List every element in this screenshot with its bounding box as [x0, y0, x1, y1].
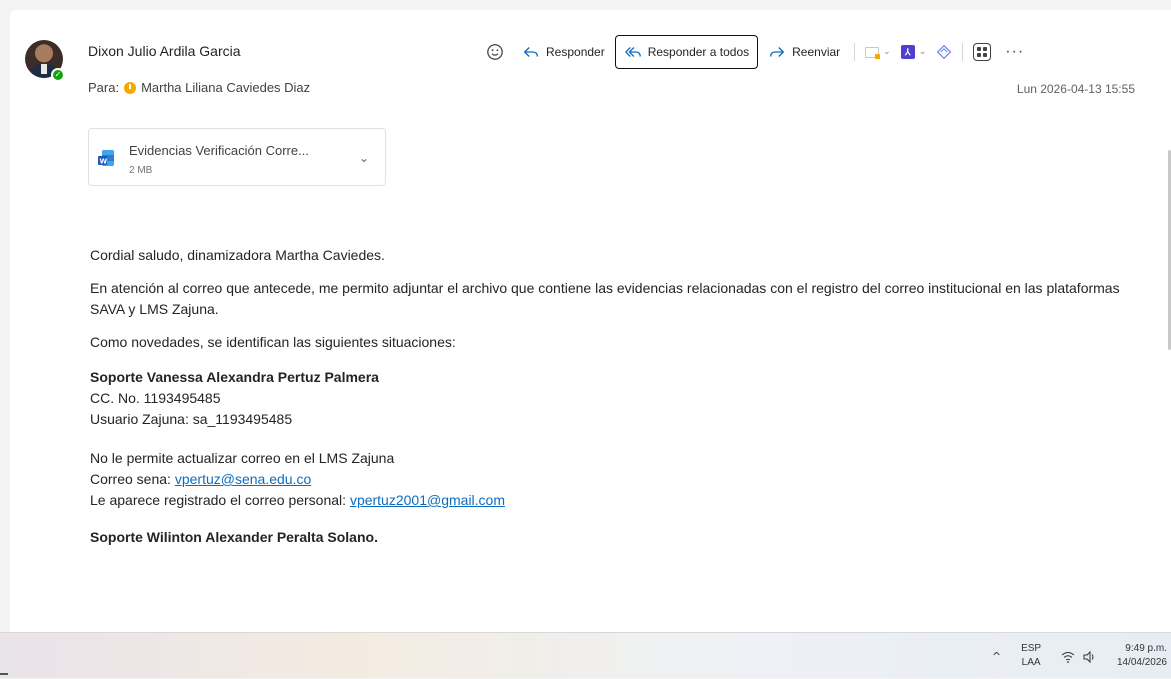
- svg-text:W: W: [100, 158, 108, 166]
- sender-name[interactable]: Dixon Julio Ardila Garcia: [88, 43, 241, 59]
- loop-icon: [936, 44, 952, 60]
- case-1-issue-text: No le permite actualizar correo en el LM…: [90, 450, 395, 466]
- reply-all-label: Responder a todos: [647, 45, 750, 59]
- attachment-size: 2 MB: [129, 165, 153, 176]
- case-2-title: Soporte Wilinton Alexander Peralta Solan…: [90, 529, 378, 545]
- attachment-card[interactable]: W Evidencias Verificación Corre... 2 MB …: [88, 128, 386, 186]
- contact-status-icon: [124, 81, 137, 94]
- volume-icon: [1083, 650, 1094, 663]
- reply-icon: [523, 47, 538, 57]
- wifi-volume-icon[interactable]: [1061, 649, 1097, 663]
- toolbar-divider: [854, 43, 856, 61]
- clock-time: 9:49 p.m.: [1125, 643, 1167, 654]
- message-date: Lun 2026-04-13 15:55: [1016, 82, 1135, 96]
- loop-button[interactable]: [934, 35, 954, 69]
- case-1-details: Soporte Vanessa Alexandra Pertuz Palmera…: [90, 367, 1130, 430]
- categorize-button[interactable]: ⌄: [863, 35, 899, 69]
- intro-paragraph: En atención al correo que antecede, me p…: [90, 280, 1120, 317]
- reply-button[interactable]: Responder: [516, 35, 611, 69]
- lang-top: ESP: [1021, 643, 1042, 654]
- forward-button[interactable]: Reenviar: [762, 35, 846, 69]
- message-reading-pane: ✓ Dixon Julio Ardila Garcia Para: Martha…: [10, 10, 1171, 632]
- chevron-down-icon[interactable]: ⌄: [359, 151, 369, 165]
- category-icon: [865, 46, 881, 59]
- input-language[interactable]: ESP LAA: [1021, 642, 1041, 670]
- recipient-name[interactable]: Martha Liliana Caviedes Diaz: [141, 80, 310, 95]
- chevron-down-icon[interactable]: ⌄: [919, 47, 927, 57]
- apps-icon: [973, 43, 992, 61]
- case-1-sena-email-link[interactable]: vpertuz@sena.edu.co: [175, 471, 311, 487]
- lang-bottom: LAA: [1021, 657, 1041, 668]
- edge-marker: [0, 673, 8, 675]
- wifi-icon: [1061, 651, 1075, 663]
- attachment-name: Evidencias Verificación Corre...: [129, 143, 309, 158]
- forward-label: Reenviar: [792, 45, 841, 59]
- show-hidden-icons-icon[interactable]: ^: [992, 650, 1001, 663]
- system-tray: ^ ESP LAA 9:49 p.m. 14/04/2026: [992, 633, 1171, 679]
- case-1-personal-label: Le aparece registrado el correo personal…: [90, 492, 350, 508]
- react-button[interactable]: [480, 35, 516, 69]
- chevron-down-icon[interactable]: ⌄: [883, 47, 891, 57]
- case-1-sena-label: Correo sena:: [90, 471, 175, 487]
- pdf-button[interactable]: ⅄ ⌄: [899, 35, 935, 69]
- case-1-title: Soporte Vanessa Alexandra Pertuz Palmera: [90, 369, 379, 385]
- to-label: Para:: [88, 80, 120, 95]
- presence-available-icon: ✓: [51, 68, 65, 82]
- message-toolbar: Responder Responder a todos Reenviar ⌄ ⅄…: [480, 34, 1024, 70]
- apps-button[interactable]: [971, 35, 993, 69]
- emoji-icon: [487, 44, 503, 60]
- reply-label: Responder: [546, 45, 605, 59]
- case-1-issue: No le permite actualizar correo en el LM…: [90, 448, 1130, 511]
- case-1-cc: CC. No. 1193495485: [90, 390, 221, 406]
- message-body: Cordial saludo, dinamizadora Martha Cavi…: [90, 245, 1130, 548]
- word-file-icon: W: [98, 150, 114, 166]
- more-actions-icon[interactable]: ···: [1005, 43, 1024, 61]
- mail-window: ✓ Dixon Julio Ardila Garcia Para: Martha…: [0, 0, 1171, 632]
- case-1-personal-email-link[interactable]: vpertuz2001@gmail.com: [350, 492, 505, 508]
- novedades-text: Como novedades, se identifican las sigui…: [90, 334, 456, 350]
- greeting-text: Cordial saludo, dinamizadora Martha Cavi…: [90, 247, 385, 263]
- toolbar-divider: [962, 43, 964, 61]
- reply-all-icon: [624, 47, 641, 57]
- reply-all-button[interactable]: Responder a todos: [614, 35, 759, 69]
- pdf-icon: ⅄: [900, 45, 915, 59]
- forward-icon: [770, 47, 785, 57]
- taskbar: ^ ESP LAA 9:49 p.m. 14/04/2026: [0, 632, 1171, 678]
- case-1-user: Usuario Zajuna: sa_1193495485: [90, 411, 293, 427]
- clock-date: 14/04/2026: [1116, 657, 1167, 668]
- taskbar-clock[interactable]: 9:49 p.m. 14/04/2026: [1117, 642, 1167, 670]
- recipient-line: Para: Martha Liliana Caviedes Diaz: [88, 80, 310, 95]
